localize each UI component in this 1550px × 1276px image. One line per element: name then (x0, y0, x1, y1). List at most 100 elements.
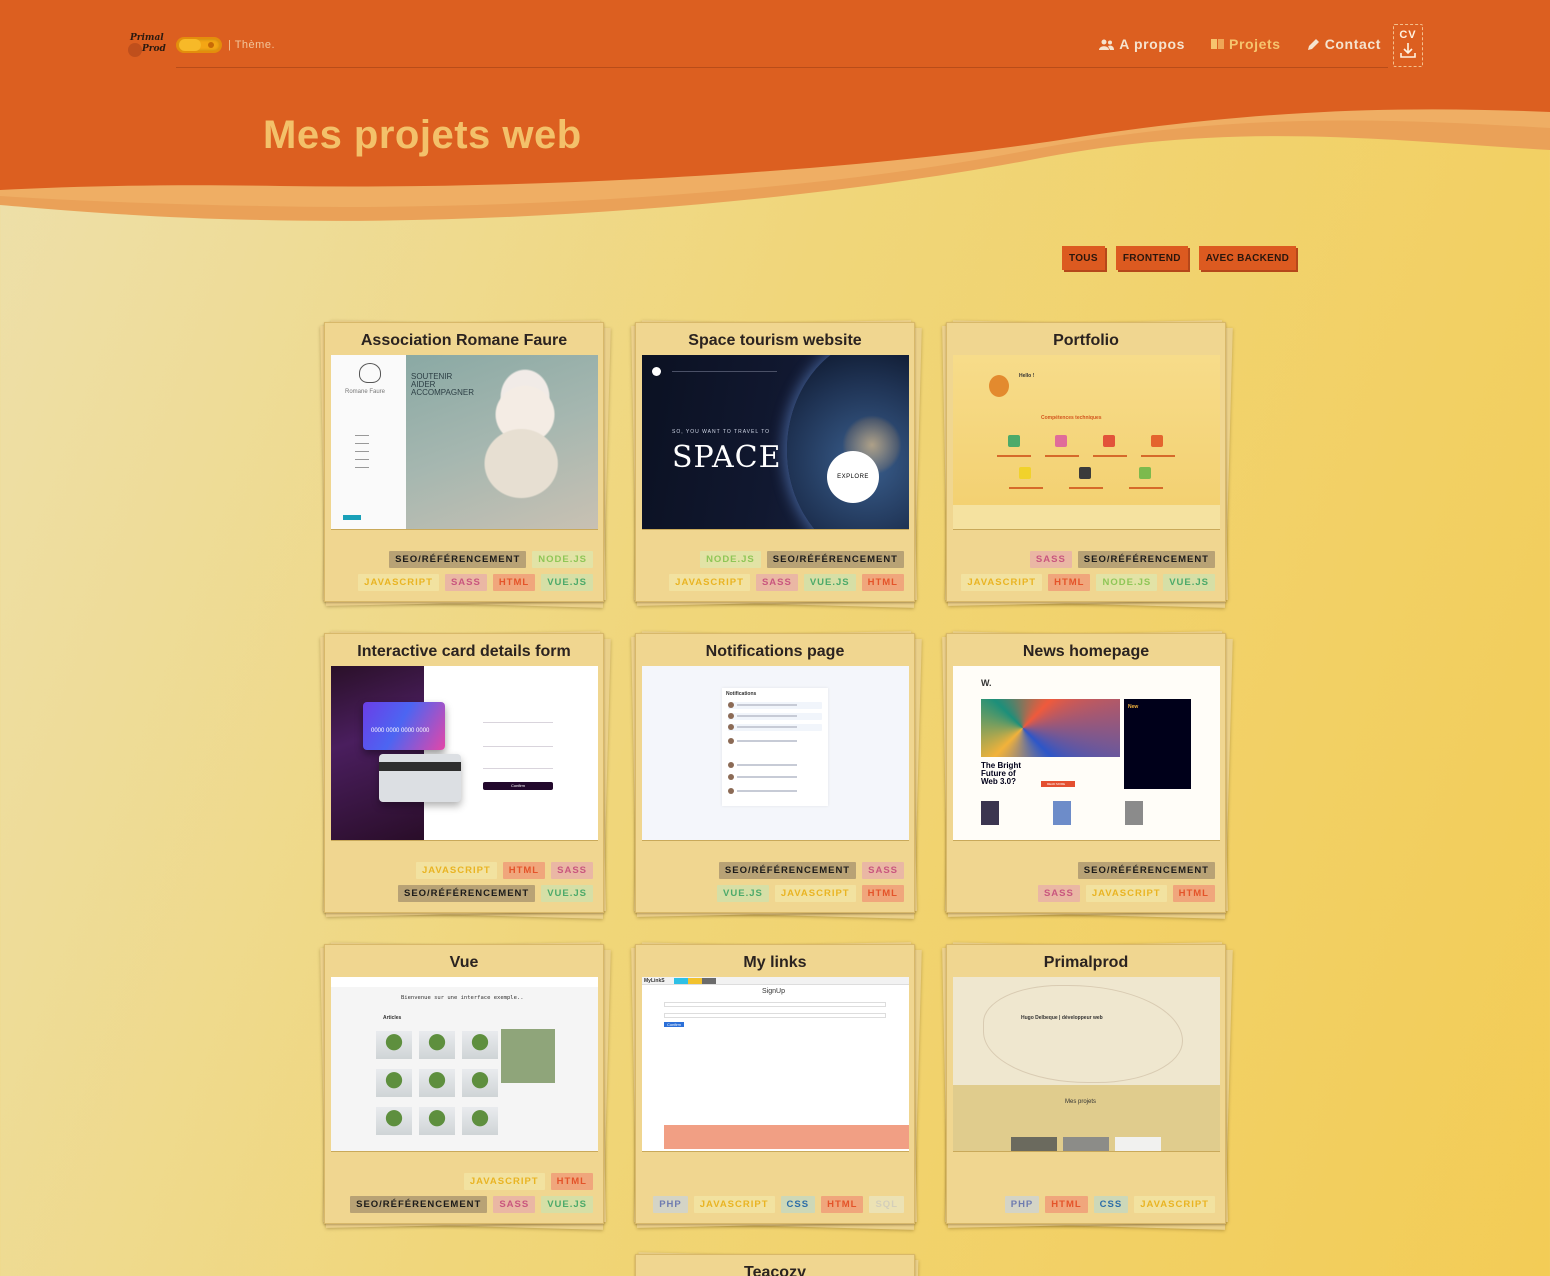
html-icon (1151, 435, 1163, 447)
screenshot-footer (664, 1125, 909, 1149)
screenshot-thumb (1011, 1137, 1057, 1151)
project-card[interactable]: My links MyLinkS SignUp Confirm PHP JAVA… (631, 942, 922, 1230)
vue-icon (1008, 435, 1020, 447)
screenshot-hello: Hello ! (1019, 373, 1035, 379)
tag: JAVASCRIPT (463, 1173, 545, 1190)
nav-item-projets[interactable]: Projets (1211, 36, 1281, 52)
header-divider (176, 67, 1388, 68)
card-face: News homepage W. New The Bright Future o… (946, 633, 1226, 913)
screenshot-thumb (1125, 801, 1143, 825)
screenshot-nav-line (672, 371, 777, 372)
project-card[interactable]: Teacozy (635, 1252, 919, 1276)
project-screenshot[interactable]: Hello ! Compétences techniques (953, 355, 1220, 530)
tag: NODE.JS (1096, 574, 1158, 591)
project-screenshot[interactable]: Notifications (642, 666, 909, 841)
notification-row (728, 724, 822, 731)
screenshot-topbar (331, 977, 598, 987)
form-field (483, 746, 553, 747)
nav-item-contact[interactable]: Contact (1307, 36, 1381, 52)
plant-thumb (376, 1069, 412, 1097)
git-icon (1103, 435, 1115, 447)
project-card[interactable]: Vue Bienvenue sur une interface exemple.… (320, 942, 611, 1230)
screenshot-sketch (983, 985, 1183, 1083)
logo-mark (128, 43, 142, 57)
card-face: Interactive card details form 0000 0000 … (324, 633, 604, 913)
tag: HTML (492, 574, 536, 591)
skill-bar (1069, 487, 1103, 489)
cv-label: CV (1399, 29, 1417, 41)
screenshot-brand: Romane Faure (345, 389, 386, 395)
page-title: Mes projets web (263, 113, 582, 157)
tag: SEO/RÉFÉRENCEMENT (397, 885, 536, 902)
tag: JAVASCRIPT (358, 574, 439, 591)
plant-thumb (462, 1031, 498, 1059)
logo[interactable]: Primal Prod (128, 32, 170, 58)
filter-all-button[interactable]: TOUS (1062, 246, 1105, 270)
screenshot-nav-pill (674, 978, 688, 984)
notification-row (728, 738, 822, 745)
skill-bar (1141, 455, 1175, 457)
project-card[interactable]: Association Romane Faure Romane Faure SO… (320, 320, 611, 608)
tag-list: JAVASCRIPT SASS VUE.JS HTML NODE.JS SEO/… (646, 551, 904, 591)
filter-backend-button[interactable]: AVEC BACKEND (1198, 246, 1297, 270)
project-title: Notifications page (705, 643, 845, 660)
project-screenshot[interactable]: 0000 0000 0000 0000 Confirm (331, 666, 598, 841)
skill-bar (1093, 455, 1127, 457)
nav-item-a-propos[interactable]: A propos (1099, 36, 1185, 52)
tag-list: PHP HTML CSS JAVASCRIPT (957, 1196, 1215, 1213)
project-title: Primalprod (1043, 954, 1129, 971)
screenshot-footer (953, 505, 1220, 529)
screenshot-thumb (981, 801, 999, 825)
form-input (664, 1013, 886, 1018)
tag: JAVASCRIPT (669, 574, 750, 591)
owl-logo-icon (359, 363, 381, 383)
tag: SASS (862, 862, 904, 879)
nav-label-a-propos: A propos (1119, 36, 1186, 52)
form-input (664, 1002, 886, 1007)
project-screenshot[interactable]: Bienvenue sur une interface exemple.. Ar… (331, 977, 598, 1152)
project-screenshot[interactable]: MyLinkS SignUp Confirm (642, 977, 909, 1152)
pencil-icon (1307, 38, 1319, 50)
project-screenshot[interactable]: Hugo Delbeque | développeur web Mes proj… (953, 977, 1220, 1152)
tag: HTML (821, 1196, 864, 1213)
project-title: Vue (449, 954, 479, 971)
screenshot-card-number: 0000 0000 0000 0000 (371, 728, 430, 734)
project-card[interactable]: Space tourism website SO, YOU WANT TO TR… (631, 320, 922, 608)
plant-thumb (462, 1107, 498, 1135)
screenshot-nav-pill (688, 978, 702, 984)
download-icon (1400, 43, 1416, 58)
notification-row (728, 702, 822, 709)
form-field (483, 768, 553, 769)
tag: SEO/RÉFÉRENCEMENT (766, 551, 904, 568)
filter-frontend-button[interactable]: FRONTEND (1115, 246, 1188, 270)
project-card[interactable]: Notifications page Notifications VUE.JS … (631, 631, 922, 919)
project-card[interactable]: Primalprod Hugo Delbeque | développeur w… (942, 942, 1233, 1230)
screenshot-headline: The Bright Future of Web 3.0? (981, 761, 1021, 786)
project-title: Teacozy (744, 1264, 806, 1276)
plant-thumb (462, 1069, 498, 1097)
tag: CSS (1093, 1196, 1129, 1213)
screenshot-name: Hugo Delbeque | développeur web (1021, 1015, 1103, 1021)
project-card[interactable]: Interactive card details form 0000 0000 … (320, 631, 611, 919)
screenshot-articles: Articles (383, 1015, 402, 1021)
project-screenshot[interactable]: SO, YOU WANT TO TRAVEL TO SPACE EXPLORE (642, 355, 909, 530)
project-card[interactable]: Portfolio Hello ! Compétences techniques… (942, 320, 1233, 608)
tag: SEO/RÉFÉRENCEMENT (350, 1196, 488, 1213)
project-screenshot[interactable]: W. New The Bright Future of Web 3.0? REA… (953, 666, 1220, 841)
theme-toggle[interactable] (176, 37, 222, 53)
screenshot-confirm: Confirm (664, 1022, 685, 1027)
project-card[interactable]: News homepage W. New The Bright Future o… (942, 631, 1233, 919)
project-title: Portfolio (1053, 332, 1119, 349)
book-icon (1211, 39, 1225, 49)
main-nav: A propos Projets Contact (1099, 36, 1381, 52)
project-screenshot[interactable]: Romane Faure SOUTENIR AIDER ACCOMPAGNER (331, 355, 598, 530)
screenshot-read-more-button: READ MORE (1041, 781, 1075, 787)
tag: SASS (493, 1196, 536, 1213)
screenshot-section: Mes projets (1065, 1099, 1097, 1105)
screenshot-heading: SOUTENIR AIDER ACCOMPAGNER (411, 372, 474, 397)
screenshot-thumb (1115, 1137, 1161, 1151)
js-icon (1019, 467, 1031, 479)
card-face: Association Romane Faure Romane Faure SO… (324, 322, 604, 602)
card-face: Teacozy (635, 1254, 915, 1276)
cv-download-button[interactable]: CV (1393, 24, 1423, 67)
